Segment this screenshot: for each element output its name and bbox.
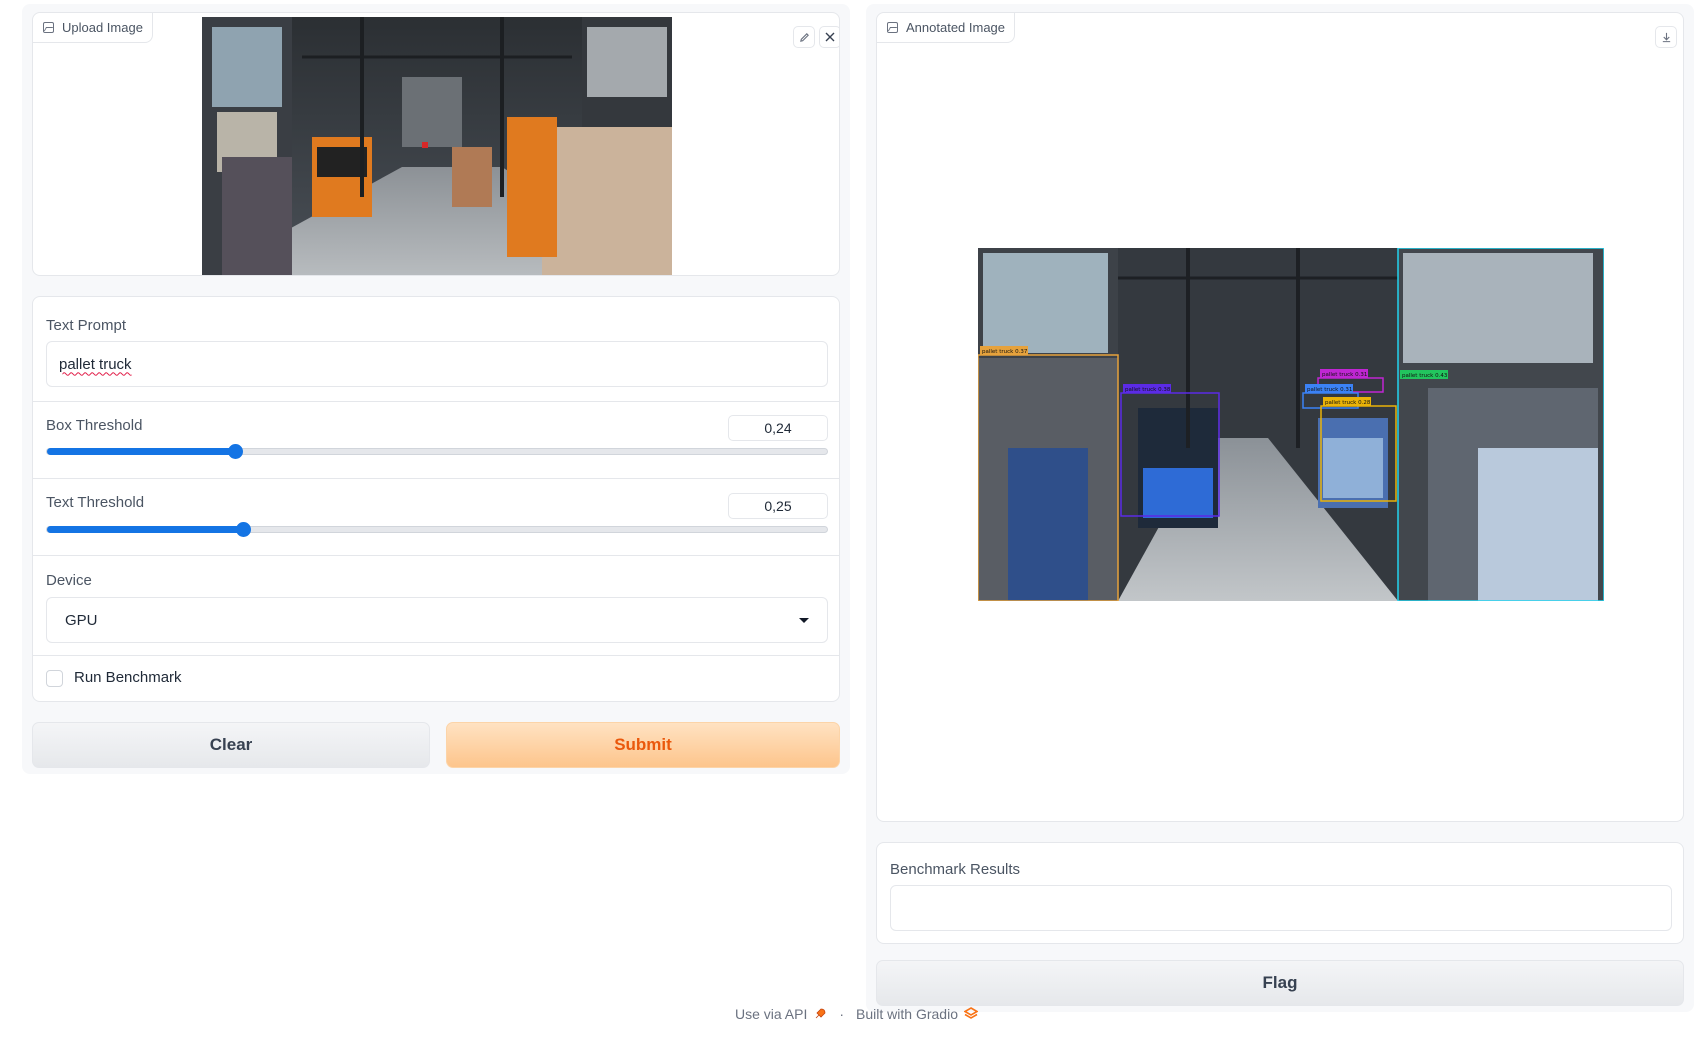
upload-image-label: Upload Image — [62, 20, 143, 35]
controls-panel: Text Prompt pallet truck Box Threshold 0… — [32, 296, 840, 702]
text-threshold-slider[interactable] — [46, 522, 828, 537]
benchmark-results-panel: Benchmark Results — [876, 842, 1684, 944]
clear-button[interactable]: Clear — [32, 722, 430, 768]
download-icon — [1662, 32, 1670, 42]
submit-button[interactable]: Submit — [446, 722, 840, 768]
box-threshold-handle[interactable] — [228, 444, 243, 459]
detection-label: pallet truck 0.31 — [1307, 387, 1352, 393]
close-icon — [825, 32, 835, 42]
uploaded-image — [202, 17, 672, 275]
upload-image-panel[interactable]: Upload Image — [32, 12, 840, 276]
divider — [33, 478, 839, 479]
rocket-icon — [816, 1008, 826, 1019]
divider — [33, 555, 839, 556]
text-prompt-input[interactable]: pallet truck — [46, 341, 828, 387]
benchmark-results-output[interactable] — [890, 885, 1672, 931]
annotated-image-panel: Annotated Image pallet truck 0.37 pallet… — [876, 12, 1684, 822]
text-threshold-handle[interactable] — [236, 522, 251, 537]
detection-label: pallet truck 0.37 — [982, 349, 1028, 355]
upload-image-tag: Upload Image — [33, 13, 153, 43]
image-icon — [43, 22, 54, 33]
footer-separator: · — [839, 1006, 845, 1022]
annotated-image: pallet truck 0.37 pallet truck 0.38 pallet… — [978, 248, 1604, 601]
annotated-image-tag: Annotated Image — [877, 13, 1016, 43]
image-icon — [887, 22, 898, 33]
text-prompt-value: pallet truck — [59, 355, 132, 373]
edit-button[interactable] — [793, 26, 815, 48]
run-benchmark-checkbox[interactable] — [46, 670, 63, 687]
text-threshold-fill — [47, 526, 243, 533]
gradio-logo-icon — [963, 1007, 978, 1019]
text-prompt-label: Text Prompt — [46, 317, 127, 334]
flag-button[interactable]: Flag — [876, 960, 1684, 1006]
chevron-down-icon — [799, 617, 809, 623]
pencil-icon — [799, 32, 809, 42]
detection-label: pallet truck 0.31 — [1322, 372, 1367, 378]
device-label: Device — [46, 572, 92, 589]
detection-label: pallet truck 0.43 — [1402, 373, 1448, 379]
right-column: Annotated Image pallet truck 0.37 pallet… — [866, 4, 1694, 1012]
box-threshold-fill — [47, 448, 235, 455]
divider — [33, 401, 839, 402]
run-benchmark-label[interactable]: Run Benchmark — [74, 669, 182, 686]
built-with-gradio-link[interactable]: Built with Gradio — [856, 1006, 958, 1022]
text-threshold-label: Text Threshold — [46, 494, 145, 511]
left-column: Upload Image Text Prompt pallet truck Bo… — [22, 4, 850, 774]
benchmark-results-label: Benchmark Results — [890, 861, 1021, 878]
device-selected-value: GPU — [65, 611, 98, 629]
device-select[interactable]: GPU — [46, 597, 828, 643]
download-button[interactable] — [1655, 26, 1677, 48]
detection-label: pallet truck 0.28 — [1325, 400, 1371, 406]
box-threshold-number[interactable]: 0,24 — [728, 415, 828, 441]
detection-label: pallet truck 0.38 — [1125, 387, 1171, 393]
text-threshold-number[interactable]: 0,25 — [728, 493, 828, 519]
box-threshold-slider[interactable] — [46, 444, 828, 459]
clear-image-button[interactable] — [819, 26, 839, 48]
annotated-image-label: Annotated Image — [906, 20, 1006, 35]
use-via-api-link[interactable]: Use via API — [735, 1006, 807, 1022]
box-threshold-label: Box Threshold — [46, 417, 143, 434]
divider — [33, 655, 839, 656]
